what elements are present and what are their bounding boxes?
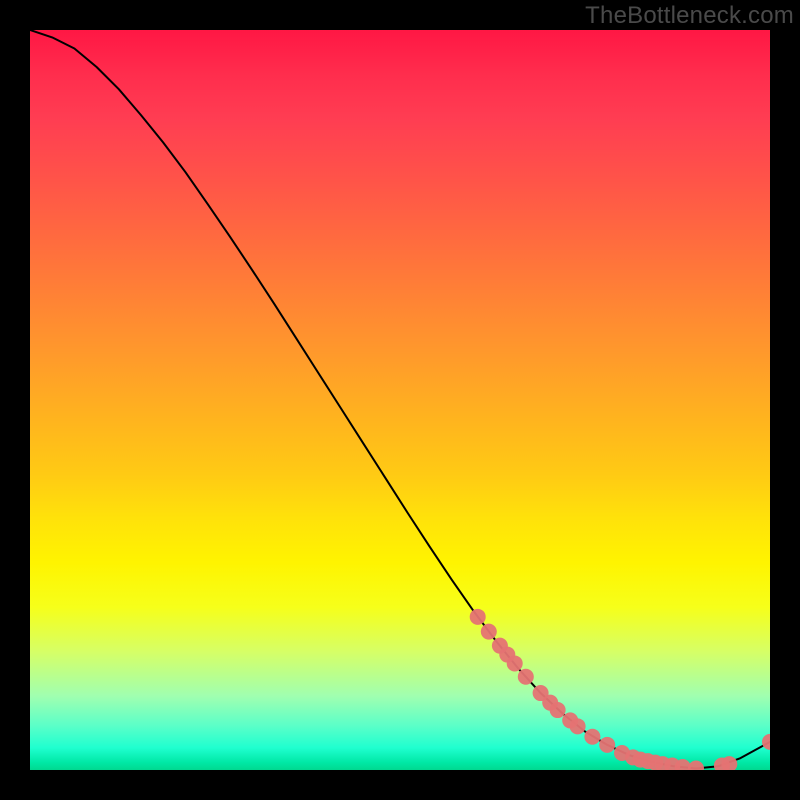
marker-dot	[584, 729, 600, 745]
marker-dot	[688, 761, 704, 770]
marker-dot	[550, 702, 566, 718]
plot-area	[30, 30, 770, 770]
watermark-text: TheBottleneck.com	[585, 2, 794, 30]
marker-dot	[481, 624, 497, 640]
marker-dot	[470, 609, 486, 625]
marker-group	[470, 609, 770, 770]
marker-dot	[762, 734, 770, 750]
chart-overlay	[30, 30, 770, 770]
marker-dot	[570, 718, 586, 734]
chart-stage: TheBottleneck.com	[0, 0, 800, 800]
marker-dot	[518, 669, 534, 685]
marker-dot	[599, 737, 615, 753]
bottleneck-curve	[30, 30, 770, 769]
marker-dot	[507, 655, 523, 671]
